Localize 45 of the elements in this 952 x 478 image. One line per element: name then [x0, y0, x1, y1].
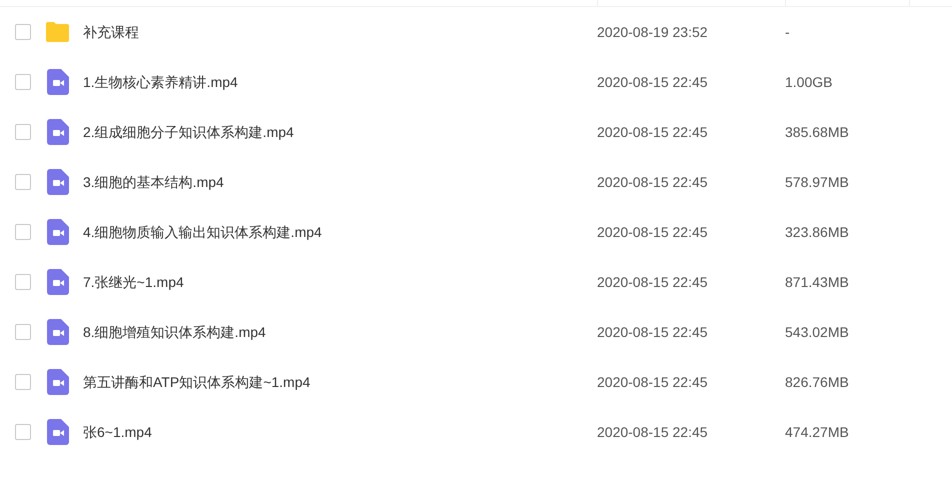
file-name[interactable]: 补充课程 [83, 22, 597, 42]
checkbox[interactable] [15, 274, 31, 290]
checkbox[interactable] [15, 124, 31, 140]
file-name[interactable]: 7.张继光~1.mp4 [83, 272, 597, 292]
checkbox[interactable] [15, 24, 31, 40]
file-size: 385.68MB [785, 122, 849, 142]
file-name[interactable]: 张6~1.mp4 [83, 422, 597, 442]
video-file-icon [46, 219, 68, 245]
checkbox[interactable] [15, 174, 31, 190]
modified-date: 2020-08-15 22:45 [597, 372, 709, 392]
video-file-icon [46, 319, 68, 345]
file-name[interactable]: 2.组成细胞分子知识体系构建.mp4 [83, 122, 597, 142]
file-size: 323.86MB [785, 222, 849, 242]
file-name[interactable]: 3.细胞的基本结构.mp4 [83, 172, 597, 192]
checkbox[interactable] [15, 74, 31, 90]
video-file-icon [46, 169, 68, 195]
modified-date: 2020-08-15 22:45 [597, 322, 709, 342]
modified-date: 2020-08-15 22:45 [597, 222, 709, 242]
modified-date: 2020-08-15 22:45 [597, 122, 709, 142]
checkbox[interactable] [15, 224, 31, 240]
video-file-icon [46, 119, 68, 145]
file-size: 543.02MB [785, 322, 849, 342]
modified-date: 2020-08-15 22:45 [597, 172, 709, 192]
file-size: - [785, 22, 790, 42]
file-size: 474.27MB [785, 422, 849, 442]
file-size: 578.97MB [785, 172, 849, 192]
video-file-icon [46, 69, 68, 95]
modified-date: 2020-08-15 22:45 [597, 72, 709, 92]
file-size: 1.00GB [785, 72, 832, 92]
file-size: 826.76MB [785, 372, 849, 392]
file-name[interactable]: 4.细胞物质输入输出知识体系构建.mp4 [83, 222, 597, 242]
modified-date: 2020-08-15 22:45 [597, 422, 709, 442]
file-name[interactable]: 1.生物核心素养精讲.mp4 [83, 72, 597, 92]
folder-icon [45, 22, 70, 42]
checkbox[interactable] [15, 424, 31, 440]
modified-date: 2020-08-15 22:45 [597, 272, 709, 292]
modified-date: 2020-08-19 23:52 [597, 22, 709, 42]
file-name[interactable]: 第五讲酶和ATP知识体系构建~1.mp4 [83, 372, 597, 392]
file-size: 871.43MB [785, 272, 849, 292]
checkbox[interactable] [15, 374, 31, 390]
video-file-icon [46, 419, 68, 445]
video-file-icon [46, 369, 68, 395]
video-file-icon [46, 269, 68, 295]
checkbox[interactable] [15, 324, 31, 340]
file-name[interactable]: 8.细胞增殖知识体系构建.mp4 [83, 322, 597, 342]
